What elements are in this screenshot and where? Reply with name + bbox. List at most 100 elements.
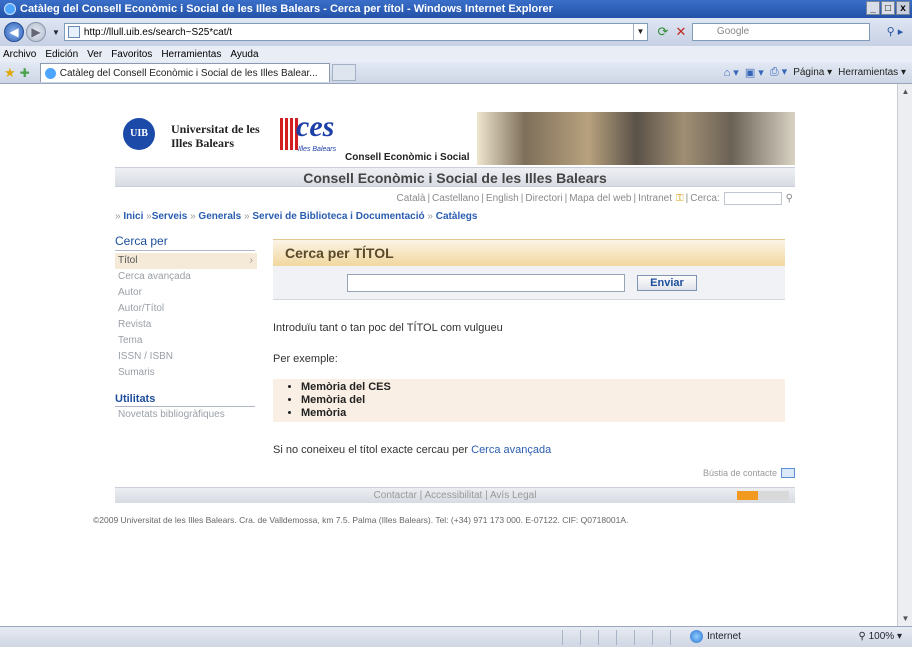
zoom-icon: ⚲: [858, 631, 866, 642]
w3c-badge-icon[interactable]: [737, 491, 789, 500]
url-text[interactable]: http://llull.uib.es/search~S25*cat/t: [84, 27, 633, 38]
status-cell: [616, 630, 634, 645]
security-zone[interactable]: Internet: [690, 630, 741, 643]
menu-favoritos[interactable]: Favoritos: [111, 49, 152, 60]
copyright: ©2009 Universitat de les Illes Balears. …: [93, 515, 629, 525]
footnote-text: Si no coneixeu el títol exacte cercau pe…: [273, 444, 469, 456]
back-button[interactable]: ◀: [4, 22, 24, 42]
uib-name[interactable]: Universitat de les Illes Balears: [171, 122, 260, 150]
address-bar[interactable]: http://llull.uib.es/search~S25*cat/t ▼: [63, 23, 648, 41]
history-dropdown-icon[interactable]: ▼: [52, 28, 60, 37]
forward-button[interactable]: ▶: [26, 22, 46, 42]
status-cell: [670, 630, 688, 645]
address-row: ◀ ▶ ▼ http://llull.uib.es/search~S25*cat…: [0, 18, 912, 46]
menu-edicion[interactable]: Edición: [45, 49, 78, 60]
new-tab-button[interactable]: [331, 64, 356, 81]
footer-link-accessibilitat[interactable]: Accessibilitat: [425, 490, 483, 501]
key-icon: ⚿: [675, 193, 684, 204]
breadcrumb-generals[interactable]: Generals: [198, 211, 241, 222]
banner-photo: [477, 112, 795, 165]
favorites-star-icon[interactable]: ★: [4, 65, 16, 81]
tools-menu-label: Herramientas: [838, 66, 899, 78]
menu-archivo[interactable]: Archivo: [3, 49, 36, 60]
stop-icon[interactable]: ✕: [672, 23, 690, 41]
minimize-button[interactable]: _: [866, 1, 880, 15]
breadcrumb-inici[interactable]: Inici: [123, 211, 143, 222]
breadcrumb: » Inici »Serveis » Generals » Servei de …: [115, 211, 478, 222]
uib-logo[interactable]: UIB: [123, 118, 155, 150]
breadcrumb-biblioteca[interactable]: Servei de Biblioteca i Documentació: [252, 211, 424, 222]
site-search-input[interactable]: [723, 192, 782, 205]
submit-button[interactable]: Enviar: [637, 274, 697, 291]
sidebar: Cerca per Títol Cerca avançada Autor Aut…: [115, 234, 257, 423]
search-icon[interactable]: ⚲ ▸: [882, 23, 908, 41]
refresh-icon[interactable]: ⟳: [654, 23, 672, 41]
breadcrumb-catalegs[interactable]: Catàlegs: [436, 211, 478, 222]
menu-ver[interactable]: Ver: [87, 49, 102, 60]
sidebar-heading: Cerca per: [115, 234, 255, 251]
example-item: Memòria del: [301, 394, 785, 407]
sidebar-item-autor-titol[interactable]: Autor/Títol: [115, 301, 257, 317]
status-cell: [634, 630, 652, 645]
example-item: Memòria: [301, 407, 785, 420]
main-content: Cerca per TÍTOL Enviar Introduïu tant o …: [273, 239, 785, 456]
tools-menu[interactable]: Herramientas ▾: [838, 67, 906, 78]
page-viewport: UIB Universitat de les Illes Balears ces…: [0, 84, 897, 626]
link-intranet[interactable]: Intranet: [638, 193, 672, 204]
zoom-level: 100%: [868, 631, 895, 642]
footnote-link-cerca-avancada[interactable]: Cerca avançada: [471, 444, 551, 456]
sidebar-item-sumaris[interactable]: Sumaris: [115, 365, 257, 381]
ces-logo[interactable]: ces Illes Balears: [280, 110, 338, 157]
site-search-go-icon[interactable]: ⚲: [786, 193, 793, 204]
print-icon[interactable]: ⎙ ▾: [770, 65, 787, 79]
home-icon[interactable]: ⌂ ▾: [724, 66, 739, 79]
tab-ie-icon: [44, 67, 56, 79]
lang-english[interactable]: English: [486, 193, 519, 204]
sidebar-item-tema[interactable]: Tema: [115, 333, 257, 349]
footer-link-contactar[interactable]: Contactar: [374, 490, 417, 501]
status-cell: [580, 630, 598, 645]
globe-icon: [690, 630, 703, 643]
window-title: Catàleg del Consell Econòmic i Social de…: [20, 3, 553, 15]
footer-band: Contactar | Accessibilitat | Avís Legal: [115, 487, 795, 503]
example-list: Memòria del CES Memòria del Memòria: [273, 379, 785, 422]
contact-label: Bústia de contacte: [702, 468, 777, 478]
scroll-up-icon[interactable]: ▲: [898, 84, 912, 99]
lang-castellano[interactable]: Castellano: [432, 193, 479, 204]
contact-link[interactable]: Bústia de contacte: [703, 468, 795, 478]
feeds-icon[interactable]: ▣ ▾: [745, 66, 764, 79]
title-search-input[interactable]: [347, 273, 625, 292]
sidebar-item-titol[interactable]: Títol: [115, 253, 257, 269]
browser-tab[interactable]: Catàleg del Consell Econòmic i Social de…: [39, 63, 330, 82]
vertical-scrollbar[interactable]: ▲ ▼: [897, 84, 912, 626]
mail-icon: [781, 468, 795, 478]
link-directori[interactable]: Directori: [525, 193, 562, 204]
lang-catala[interactable]: Català: [397, 193, 426, 204]
breadcrumb-serveis[interactable]: Serveis: [152, 211, 188, 222]
language-bar: Català | Castellano | English | Directori | …: [396, 192, 793, 205]
intro-text: Introduïu tant o tan poc del TÍTOL com v…: [273, 322, 503, 334]
menu-ayuda[interactable]: Ayuda: [230, 49, 258, 60]
zoom-control[interactable]: ⚲ 100% ▾: [859, 631, 903, 642]
sidebar-item-issn-isbn[interactable]: ISSN / ISBN: [115, 349, 257, 365]
menu-herramientas[interactable]: Herramientas: [161, 49, 221, 60]
site-title: Consell Econòmic i Social de les Illes B…: [303, 170, 607, 186]
footnote: Si no coneixeu el títol exacte cercau pe…: [273, 444, 785, 456]
ces-logo-text: ces: [296, 110, 335, 143]
status-cell: [562, 630, 580, 645]
url-dropdown-icon[interactable]: ▼: [632, 24, 647, 40]
sidebar-item-autor[interactable]: Autor: [115, 285, 257, 301]
scroll-down-icon[interactable]: ▼: [898, 611, 912, 626]
page-menu-label: Página: [793, 66, 825, 78]
sidebar-item-revista[interactable]: Revista: [115, 317, 257, 333]
add-favorites-icon[interactable]: ✚: [20, 66, 30, 80]
sidebar-item-cerca-avancada[interactable]: Cerca avançada: [115, 269, 257, 285]
close-button[interactable]: x: [896, 1, 910, 15]
sidebar-item-novetats[interactable]: Novetats bibliogràfiques: [115, 407, 257, 423]
maximize-button[interactable]: □: [881, 1, 895, 15]
footer-link-avis-legal[interactable]: Avís Legal: [490, 490, 537, 501]
uib-name-line2: Illes Balears: [171, 136, 234, 150]
search-input[interactable]: Google: [691, 23, 870, 41]
link-mapa-web[interactable]: Mapa del web: [569, 193, 631, 204]
page-menu[interactable]: Página ▾: [793, 67, 832, 78]
